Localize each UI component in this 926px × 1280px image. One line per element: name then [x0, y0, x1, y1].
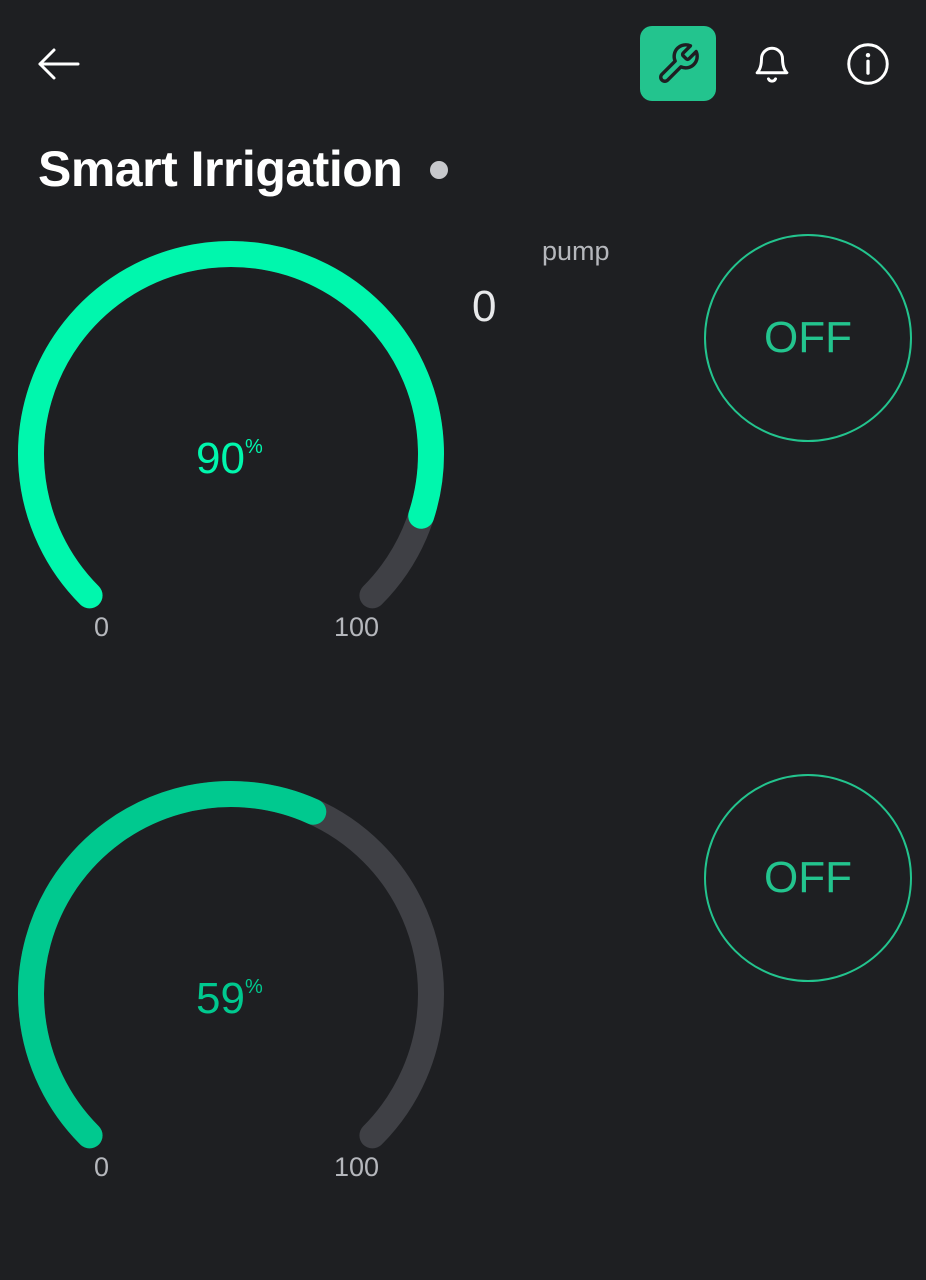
gauge-2-min: 0	[94, 1152, 110, 1182]
info-button[interactable]	[838, 34, 898, 94]
gauge-2-value: 59%	[196, 974, 263, 1024]
gauge-2-dial	[18, 781, 444, 1149]
device-screen: Smart Irrigation pump 0 90% 0 100 OFF 59…	[0, 0, 926, 1280]
notifications-button[interactable]	[742, 36, 802, 92]
title-row: Smart Irrigation	[38, 140, 449, 198]
switch-button-1[interactable]: OFF	[704, 234, 912, 442]
gauge-1-unit: %	[244, 436, 263, 458]
gauge-1-number: 90	[196, 434, 245, 483]
gauge-1-max: 100	[334, 612, 380, 642]
gauge-2-max: 100	[334, 1152, 380, 1182]
status-indicator	[430, 161, 449, 179]
page-title: Smart Irrigation	[38, 141, 403, 197]
settings-button[interactable]	[640, 26, 716, 101]
gauge-1-value: 90%	[196, 434, 263, 484]
bell-icon	[755, 46, 789, 83]
pump-value: 0	[472, 282, 497, 331]
gauge-1: 90% 0 100	[0, 220, 470, 642]
wrench-icon	[659, 42, 699, 83]
gauge-1-min: 0	[94, 612, 110, 642]
switch-button-2[interactable]: OFF	[704, 774, 912, 982]
gauge-2-unit: %	[244, 976, 263, 998]
gauge-2-number: 59	[196, 974, 245, 1023]
gauge-1-fill	[18, 241, 444, 609]
info-icon	[847, 43, 889, 85]
gauge-2: 59% 0 100	[0, 760, 470, 1182]
gauge-1-dial	[18, 241, 444, 609]
gauge-2-fill	[18, 781, 327, 1149]
arrow-left-icon	[38, 48, 80, 80]
pump-label: pump	[542, 236, 610, 266]
back-button[interactable]	[30, 38, 88, 90]
